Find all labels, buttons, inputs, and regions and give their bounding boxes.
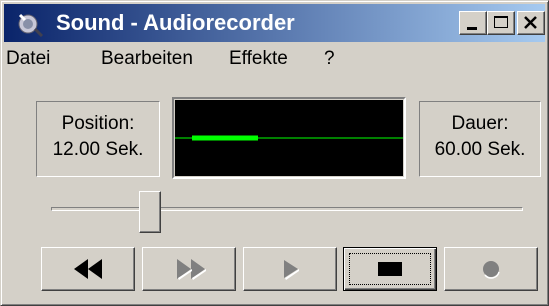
rewind-button[interactable] — [41, 247, 135, 291]
record-icon — [483, 261, 500, 279]
play-icon — [284, 260, 299, 280]
menu-effekte[interactable]: Effekte — [229, 47, 288, 71]
fast-forward-icon — [177, 259, 206, 280]
minimize-button[interactable] — [459, 11, 487, 35]
rewind-icon — [74, 259, 102, 279]
window-title: Sound - Audiorecorder — [56, 10, 295, 35]
waveform-display — [175, 100, 403, 176]
position-value: 12.00 Sek. — [52, 139, 144, 160]
play-button[interactable] — [243, 247, 337, 291]
menu-bar: Datei Bearbeiten Effekte ? — [4, 45, 545, 73]
position-display: Position: 12.00 Sek. — [36, 101, 160, 177]
record-button[interactable] — [444, 247, 538, 291]
duration-display: Dauer: 60.00 Sek. — [419, 101, 541, 177]
menu-datei[interactable]: Datei — [6, 47, 50, 71]
position-slider-thumb[interactable] — [139, 191, 161, 233]
maximize-button[interactable] — [487, 11, 515, 35]
position-label: Position: — [61, 113, 135, 134]
stop-icon — [378, 262, 402, 276]
menu-bearbeiten[interactable]: Bearbeiten — [101, 47, 193, 71]
minimize-icon — [467, 27, 477, 30]
duration-value: 60.00 Sek. — [434, 139, 526, 160]
waveform-signal — [192, 135, 258, 141]
waveform-frame — [172, 97, 406, 179]
sound-recorder-icon — [18, 13, 44, 37]
position-slider-track[interactable] — [51, 207, 523, 211]
title-bar[interactable]: Sound - Audiorecorder — [4, 4, 545, 42]
stop-button[interactable] — [343, 247, 437, 291]
menu-help[interactable]: ? — [324, 47, 335, 71]
waveform-graph — [175, 135, 403, 141]
sound-recorder-window: Sound - Audiorecorder Datei Bearbeiten E… — [0, 0, 549, 306]
maximize-icon — [494, 16, 508, 28]
forward-button[interactable] — [142, 247, 236, 291]
close-button[interactable] — [517, 11, 545, 35]
close-icon — [524, 16, 537, 29]
duration-label: Dauer: — [451, 113, 509, 134]
